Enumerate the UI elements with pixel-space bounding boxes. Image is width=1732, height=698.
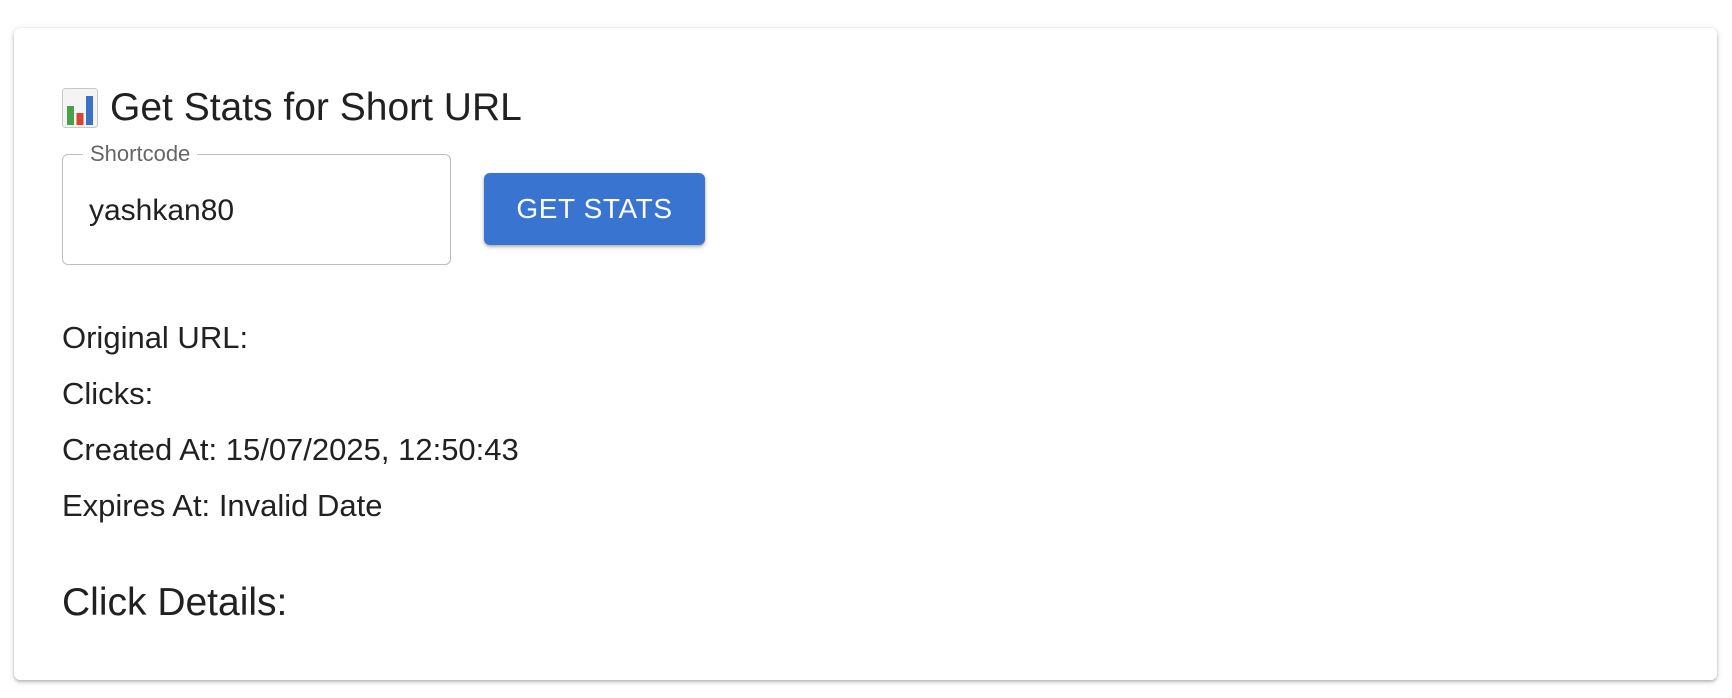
get-stats-button[interactable]: GET STATS <box>484 173 705 245</box>
bar-chart-icon <box>62 88 98 128</box>
page-title: Get Stats for Short URL <box>110 86 522 129</box>
shortcode-label: Shortcode <box>83 139 198 169</box>
shortcode-input[interactable] <box>89 189 429 233</box>
expires-at-label: Expires At: <box>62 488 211 523</box>
clicks-row: Clicks: <box>62 374 153 414</box>
created-at-value: 15/07/2025, 12:50:43 <box>225 432 519 467</box>
created-at-label: Created At: <box>62 432 218 467</box>
clicks-label: Clicks: <box>62 376 154 411</box>
expires-at-value: Invalid Date <box>218 488 383 523</box>
expires-at-row: Expires At: Invalid Date <box>62 486 383 526</box>
shortcode-field[interactable]: Shortcode <box>62 139 451 265</box>
click-details-heading: Click Details: <box>62 581 288 624</box>
card-title-row: Get Stats for Short URL <box>62 84 522 132</box>
created-at-row: Created At: 15/07/2025, 12:50:43 <box>62 430 519 470</box>
original-url-label: Original URL: <box>62 320 249 355</box>
original-url-row: Original URL: <box>62 318 248 358</box>
stats-card: Get Stats for Short URL Shortcode GET ST… <box>14 28 1717 680</box>
